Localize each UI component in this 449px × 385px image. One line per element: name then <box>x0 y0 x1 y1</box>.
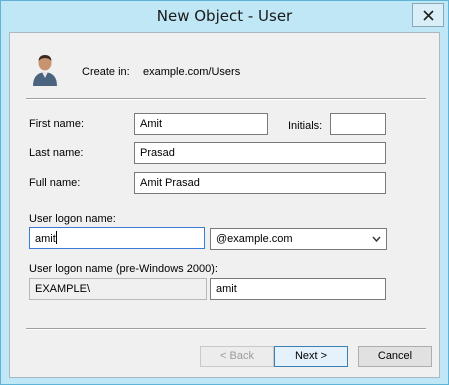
close-icon <box>422 9 434 21</box>
logon-name-field[interactable]: amit <box>29 227 205 249</box>
domain-select[interactable]: @example.com <box>210 228 387 250</box>
back-button[interactable]: < Back <box>200 346 274 367</box>
create-in-label: Create in: <box>82 66 130 78</box>
window-title: New Object - User <box>156 7 293 25</box>
logon-name-value: amit <box>35 233 56 245</box>
user-avatar-icon <box>33 55 57 86</box>
title-bar[interactable]: New Object - User <box>1 1 448 32</box>
last-name-field[interactable]: Prasad <box>134 142 386 164</box>
next-button[interactable]: Next > <box>274 346 348 367</box>
pre2000-label: User logon name (pre-Windows 2000): <box>29 263 218 275</box>
last-name-label: Last name: <box>29 147 84 159</box>
chevron-down-icon <box>372 236 381 242</box>
separator-top <box>26 98 426 100</box>
first-name-field[interactable]: Amit <box>134 113 268 135</box>
new-object-user-dialog: New Object - User Create in: example.com… <box>0 0 449 385</box>
dialog-body: Create in: example.com/Users First name:… <box>9 32 440 378</box>
create-in-value: example.com/Users <box>143 66 241 78</box>
first-name-label: First name: <box>29 118 85 130</box>
logon-name-label: User logon name: <box>29 213 116 225</box>
initials-field[interactable] <box>330 113 386 135</box>
pre2000-name-field[interactable]: amit <box>210 278 386 300</box>
domain-select-value: @example.com <box>216 233 293 245</box>
pre2000-domain-field: EXAMPLE\ <box>29 278 207 300</box>
close-button[interactable] <box>412 3 444 27</box>
initials-label: Initials: <box>288 120 323 132</box>
cancel-button[interactable]: Cancel <box>358 346 432 367</box>
full-name-label: Full name: <box>29 177 81 189</box>
full-name-field[interactable]: Amit Prasad <box>134 172 386 194</box>
separator-bottom <box>26 328 426 330</box>
text-caret <box>55 231 57 244</box>
